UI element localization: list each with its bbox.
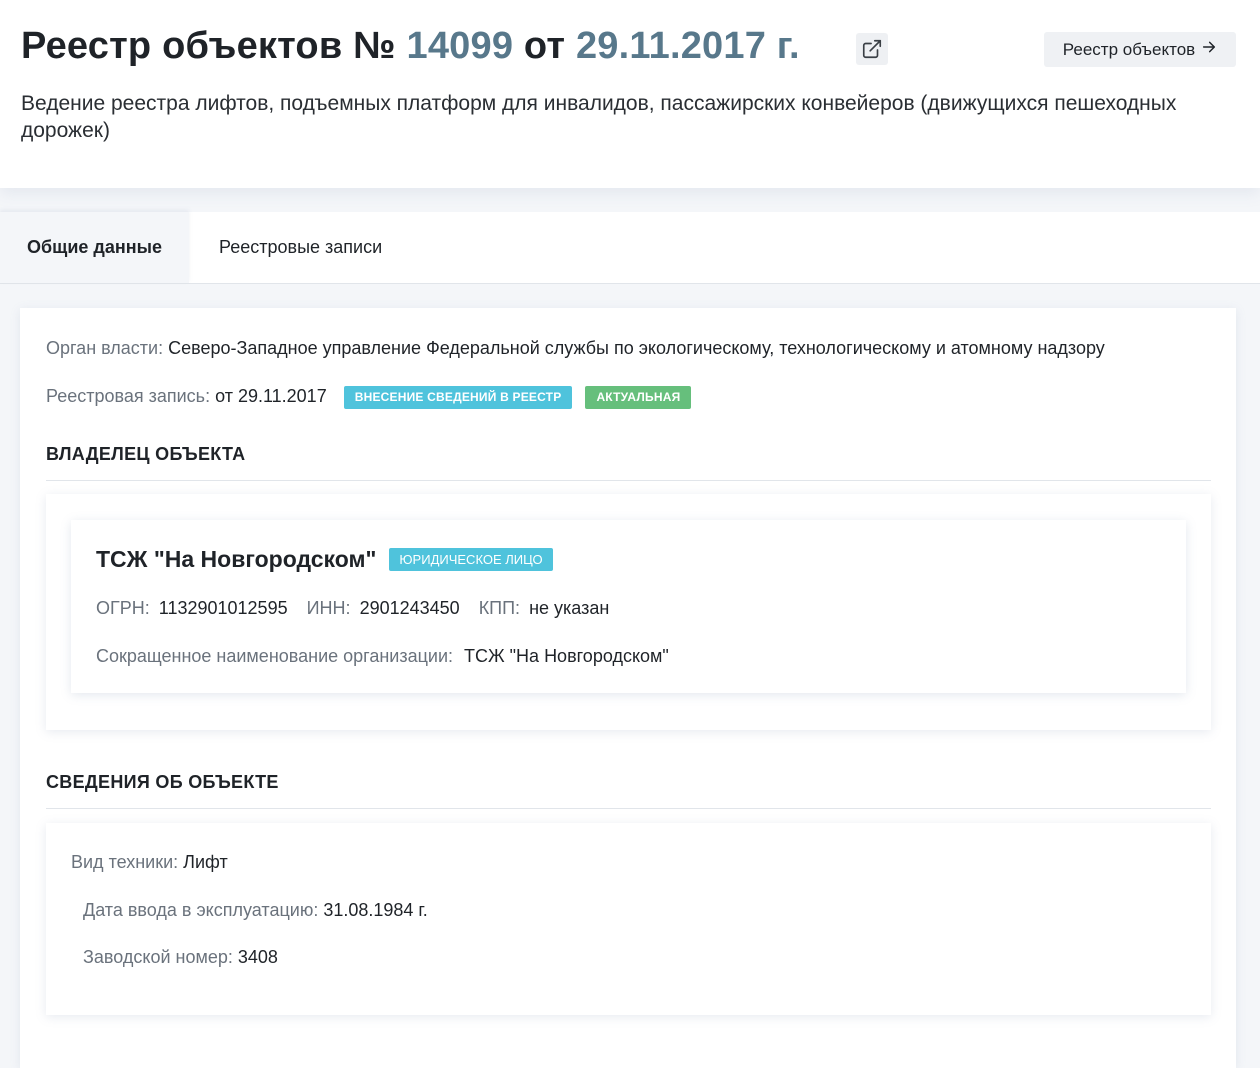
short-name-label: Сокращенное наименование организации: <box>96 646 454 666</box>
registry-number: 14099 <box>406 25 514 67</box>
short-name-value: ТСЖ "На Новгородском" <box>464 646 669 666</box>
tab-general-data[interactable]: Общие данные <box>0 212 189 283</box>
tab-registry-records[interactable]: Реестровые записи <box>219 212 382 283</box>
owner-section-title: ВЛАДЕЛЕЦ ОБЪЕКТА <box>46 444 246 464</box>
registry-date: 29.11.2017 г. <box>575 25 800 67</box>
owner-panel: ТСЖ "На Новгородском" ЮРИДИЧЕСКОЕ ЛИЦО О… <box>46 494 1211 730</box>
owner-card: ТСЖ "На Новгородском" ЮРИДИЧЕСКОЕ ЛИЦО О… <box>71 520 1186 693</box>
equipment-value: Лифт <box>183 852 228 872</box>
owner-name-text: ТСЖ "На Новгородском" <box>96 546 377 572</box>
content-card: Орган власти: Северо-Западное управление… <box>20 308 1236 1068</box>
record-value: от 29.11.2017 <box>215 386 327 406</box>
ogrn-value: 1132901012595 <box>158 598 288 618</box>
record-label: Реестровая запись: <box>46 386 211 406</box>
kpp-value: не указан <box>529 598 610 618</box>
commission-date-value: 31.08.1984 г. <box>323 900 428 920</box>
inn-value: 2901243450 <box>359 598 460 618</box>
serial-number-row: Заводской номер: 3408 <box>83 945 278 969</box>
status-badge-actual: АКТУАЛЬНАЯ <box>585 385 692 409</box>
record-row: Реестровая запись: от 29.11.2017 ВНЕСЕНИ… <box>46 384 692 409</box>
owner-name: ТСЖ "На Новгородском" ЮРИДИЧЕСКОЕ ЛИЦО <box>96 546 553 573</box>
page-header: Реестр объектов № 14099 от 29.11.2017 г.… <box>0 0 1260 188</box>
owner-divider <box>46 480 1211 481</box>
object-divider <box>46 808 1211 809</box>
legal-entity-badge: ЮРИДИЧЕСКОЕ ЛИЦО <box>389 548 553 571</box>
authority-row: Орган власти: Северо-Западное управление… <box>46 336 1105 360</box>
authority-value: Северо-Западное управление Федеральной с… <box>168 338 1105 358</box>
equipment-label: Вид техники: <box>71 852 179 872</box>
kpp-label: КПП: <box>478 598 521 618</box>
serial-number-label: Заводской номер: <box>83 947 233 967</box>
page-title: Реестр объектов № 14099 от 29.11.2017 г. <box>21 22 800 70</box>
short-name-row: Сокращенное наименование организации: ТС… <box>96 644 669 668</box>
inn-label: ИНН: <box>306 598 351 618</box>
tab-bar: Общие данные Реестровые записи <box>0 212 1260 284</box>
authority-label: Орган власти: <box>46 338 164 358</box>
equipment-row: Вид техники: Лифт <box>71 850 228 874</box>
external-link-icon[interactable] <box>856 33 888 65</box>
registry-objects-button-label: Реестр объектов <box>1062 39 1196 59</box>
page-subtitle: Ведение реестра лифтов, подъемных платфо… <box>21 92 1177 142</box>
arrow-right-icon <box>1201 39 1217 60</box>
ogrn-label: ОГРН: <box>96 598 150 618</box>
registry-objects-button[interactable]: Реестр объектов <box>1044 32 1236 67</box>
object-section-title: СВЕДЕНИЯ ОБ ОБЪЕКТЕ <box>46 772 279 792</box>
owner-ids-row: ОГРН: 1132901012595 ИНН: 2901243450 КПП:… <box>96 596 609 620</box>
serial-number-value: 3408 <box>237 947 278 967</box>
commission-date-row: Дата ввода в эксплуатацию: 31.08.1984 г. <box>83 898 428 922</box>
object-panel: Вид техники: Лифт Дата ввода в эксплуата… <box>46 823 1211 1015</box>
title-mid: от <box>513 25 576 67</box>
commission-date-label: Дата ввода в эксплуатацию: <box>83 900 319 920</box>
title-prefix: Реестр объектов № <box>21 25 407 67</box>
status-badge-entry: ВНЕСЕНИЕ СВЕДЕНИЙ В РЕЕСТР <box>343 385 573 409</box>
